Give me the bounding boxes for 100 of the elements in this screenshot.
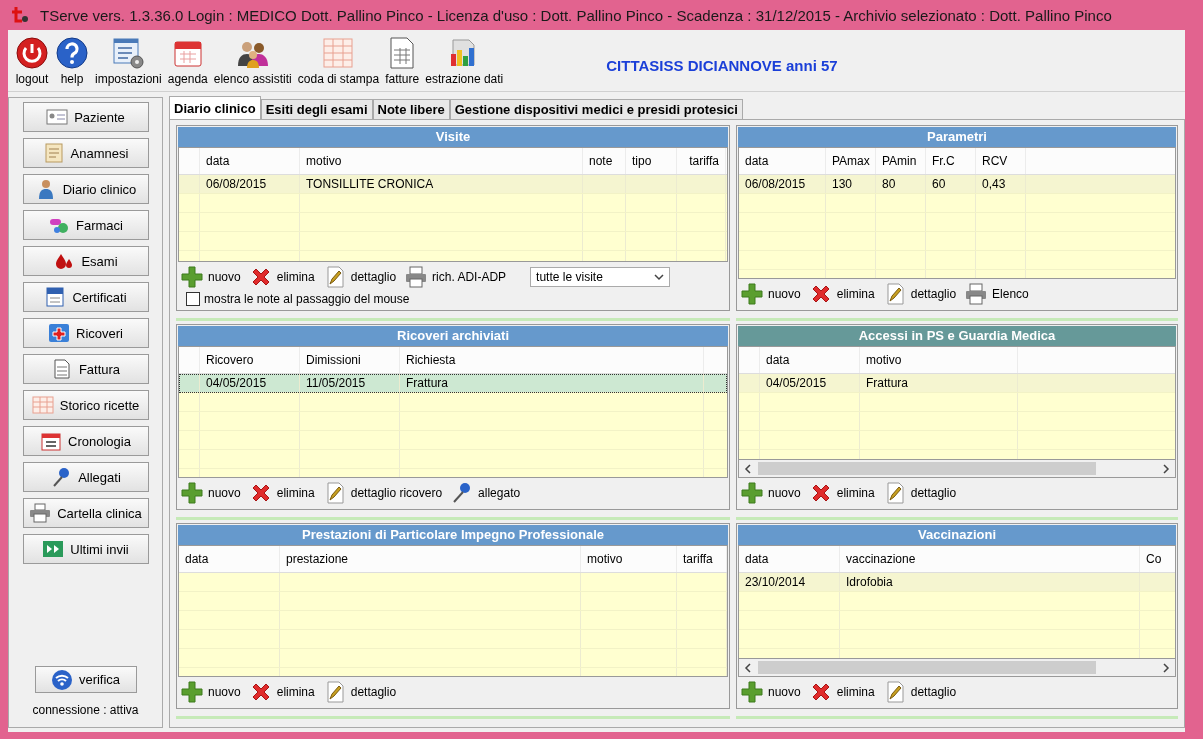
table-cell: 23/10/2014: [739, 573, 840, 591]
tab[interactable]: Diario clinico: [169, 96, 261, 119]
power-icon: [15, 36, 49, 70]
checkbox-label: mostra le note al passaggio del mouse: [204, 292, 410, 306]
toolbar-button[interactable]: logout: [12, 36, 52, 86]
sidebar-button[interactable]: Esami: [22, 246, 149, 276]
plus-icon: [180, 265, 204, 289]
sidebar-button[interactable]: Anamnesi: [22, 138, 149, 168]
panel-header: Vaccinazioni: [738, 525, 1176, 545]
action-button[interactable]: allegato: [450, 481, 521, 505]
column-header: PAmin: [876, 148, 926, 174]
printer-icon: [29, 503, 52, 523]
tab[interactable]: Esiti degli esami: [260, 99, 373, 119]
column-header: data: [739, 546, 840, 572]
horizontal-scrollbar[interactable]: [738, 460, 1176, 478]
scroll-left-icon[interactable]: [742, 462, 754, 475]
column-header: Dimissioni: [300, 347, 400, 373]
sidebar-button[interactable]: Paziente: [22, 102, 149, 132]
toolbar-button[interactable]: agenda: [164, 36, 211, 86]
column-header: tariffa: [677, 546, 727, 572]
action-button[interactable]: elimina: [808, 481, 875, 505]
scroll-right-icon[interactable]: [1160, 661, 1172, 674]
action-button[interactable]: elimina: [248, 265, 315, 289]
id-card-icon: [46, 107, 69, 127]
action-button[interactable]: Elenco: [964, 282, 1029, 306]
action-button[interactable]: dettaglio: [882, 481, 957, 505]
form-icon: [31, 395, 54, 415]
table-cell: Frattura: [400, 374, 704, 392]
app-logo-icon: [10, 5, 30, 25]
toolbar-button[interactable]: elenco assistiti: [210, 36, 295, 86]
table-cell: 04/05/2015: [200, 374, 300, 392]
hospital-icon: [48, 323, 70, 343]
column-header: data: [739, 148, 826, 174]
sidebar-button[interactable]: Allegati: [22, 462, 149, 492]
action-button[interactable]: dettaglio: [882, 282, 957, 306]
sidebar-button[interactable]: Cronologia: [22, 426, 149, 456]
action-button[interactable]: nuovo: [180, 481, 241, 505]
column-header: prestazione: [280, 546, 581, 572]
action-button[interactable]: dettaglio: [882, 680, 957, 704]
action-button[interactable]: elimina: [248, 481, 315, 505]
table-row[interactable]: 06/08/2015 TONSILLITE CRONICA: [179, 175, 727, 194]
patient-name: CITTASISS DICIANNOVE anni 57: [606, 56, 838, 74]
column-header: tipo: [626, 148, 677, 174]
sidebar-button[interactable]: Diario clinico: [22, 174, 149, 204]
action-button[interactable]: nuovo: [740, 680, 801, 704]
sidebar-button[interactable]: Certificati: [22, 282, 149, 312]
calendar-icon: [40, 431, 63, 451]
sidebar-button[interactable]: Storico ricette: [22, 390, 149, 420]
toolbar-button[interactable]: help: [52, 36, 92, 86]
action-button[interactable]: elimina: [248, 680, 315, 704]
caret-icon: [654, 273, 665, 281]
tab[interactable]: Gestione dispositivi medici e presidi protesici: [449, 99, 743, 119]
table-row[interactable]: 06/08/2015 130 80 60 0,43: [739, 175, 1175, 194]
window-title: TServe vers. 1.3.36.0 Login : MEDICO Dott. Pallino Pinco - Licenza d'uso : Dott. Pallino Pinco - Scadenza : 31/12/2015 - Archivio selezionato : Dott. Pallino Pinco: [40, 6, 1112, 24]
plus-icon: [740, 282, 764, 306]
table-row[interactable]: 23/10/2014 Idrofobia: [739, 573, 1175, 592]
sidebar-button[interactable]: Ultimi invii: [22, 534, 149, 564]
column-header: RCV: [976, 148, 1026, 174]
scroll-right-icon[interactable]: [1160, 462, 1172, 475]
action-button[interactable]: elimina: [808, 680, 875, 704]
checkbox[interactable]: [186, 292, 200, 306]
toolbar-button[interactable]: impostazioni: [92, 36, 165, 86]
sidebar-button[interactable]: Cartella clinica: [22, 498, 149, 528]
sidebar-button[interactable]: Ricoveri: [22, 318, 149, 348]
column-header: data: [179, 546, 280, 572]
verify-button[interactable]: verifica: [34, 666, 137, 693]
action-button[interactable]: nuovo: [740, 481, 801, 505]
wifi-icon: [50, 668, 73, 691]
toolbar-button[interactable]: coda di stampa: [294, 36, 383, 86]
toolbar-button[interactable]: fatture: [382, 36, 423, 86]
sidebar-button[interactable]: Fattura: [22, 354, 149, 384]
action-button[interactable]: rich. ADI-ADP: [404, 265, 507, 289]
tab[interactable]: Note libere: [372, 99, 450, 119]
note-icon: [42, 143, 65, 163]
table-cell: Idrofobia: [840, 573, 1140, 591]
action-button[interactable]: dettaglio: [322, 265, 397, 289]
action-button[interactable]: nuovo: [740, 282, 801, 306]
column-header: data: [760, 347, 860, 373]
plus-icon: [740, 481, 764, 505]
action-button[interactable]: dettaglio ricovero: [322, 481, 443, 505]
panel-header: Parametri: [738, 127, 1176, 147]
scroll-left-icon[interactable]: [742, 661, 754, 674]
table-row[interactable]: 04/05/2015 Frattura: [739, 374, 1175, 393]
certificate-icon: [44, 287, 67, 307]
action-button[interactable]: elimina: [808, 282, 875, 306]
column-header: motivo: [300, 148, 583, 174]
help-icon: [55, 36, 89, 70]
action-button[interactable]: nuovo: [180, 680, 241, 704]
table-row[interactable]: 04/05/2015 11/05/2015 Frattura: [179, 374, 727, 393]
printer-icon: [964, 282, 989, 306]
table-cell: 04/05/2015: [760, 374, 860, 392]
table-cell: 80: [876, 175, 926, 193]
action-button[interactable]: nuovo: [180, 265, 241, 289]
table-cell: 130: [826, 175, 876, 193]
filter-dropdown[interactable]: tutte le visite: [530, 267, 671, 287]
action-button[interactable]: dettaglio: [322, 680, 397, 704]
horizontal-scrollbar[interactable]: [738, 659, 1176, 677]
toolbar-button[interactable]: estrazione dati: [422, 36, 507, 86]
send-icon: [42, 539, 65, 559]
sidebar-button[interactable]: Farmaci: [22, 210, 149, 240]
